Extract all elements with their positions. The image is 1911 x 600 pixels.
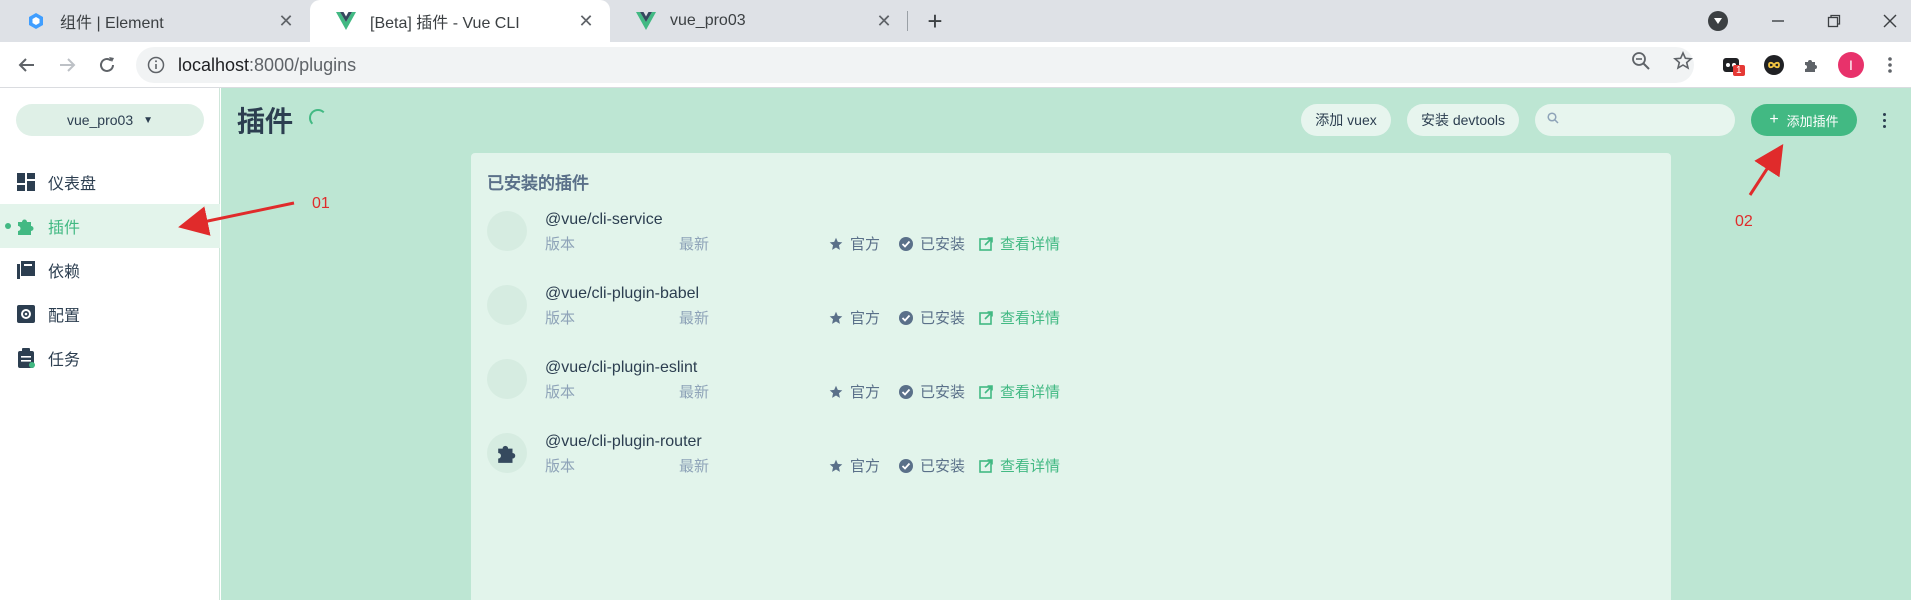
annotation-arrow-01 xyxy=(178,201,295,236)
annotation-arrows xyxy=(178,143,1784,236)
annotation-arrow-02 xyxy=(1748,143,1784,196)
annotation-label-02: 02 xyxy=(1735,213,1753,230)
annotation-label-01: 01 xyxy=(312,195,330,212)
